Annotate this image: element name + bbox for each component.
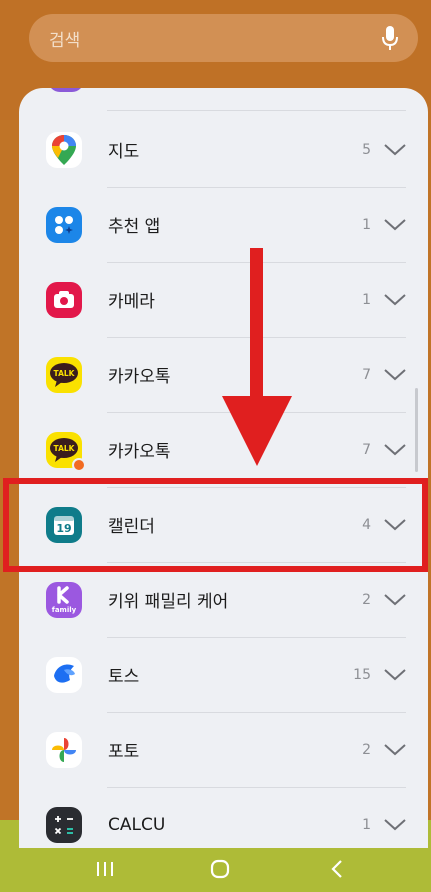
notification-count: 1 <box>362 816 371 833</box>
chevron-down-icon[interactable] <box>383 443 407 457</box>
chevron-down-icon[interactable] <box>383 368 407 382</box>
list-item-photos[interactable]: 포토 2 <box>19 712 428 787</box>
google-maps-icon <box>46 131 82 168</box>
app-label: 카카오톡 <box>108 442 171 462</box>
annotation-arrow-shaft <box>250 248 263 404</box>
chevron-down-icon[interactable] <box>383 743 407 757</box>
kakaotalk-badge-text: TALK <box>54 444 76 453</box>
kakaotalk-icon: TALK <box>46 356 82 393</box>
divider <box>107 110 406 111</box>
notification-count: 2 <box>362 741 371 758</box>
app-label: CALCU <box>108 814 166 835</box>
annotation-arrow-head <box>222 396 292 466</box>
kiwi-family-icon: family <box>46 581 82 618</box>
chevron-down-icon[interactable] <box>383 143 407 157</box>
annotation-highlight-box <box>3 478 428 572</box>
search-bar[interactable]: 검색 <box>29 14 418 62</box>
kiwi-badge-text: family <box>52 606 77 614</box>
google-photos-icon <box>46 731 82 768</box>
app-label: 추천 앱 <box>108 217 161 237</box>
recent-apps-button[interactable] <box>90 856 120 882</box>
home-button[interactable] <box>205 856 235 882</box>
home-icon <box>210 859 230 879</box>
back-icon <box>331 860 342 878</box>
navigation-bar <box>0 848 431 892</box>
recent-apps-icon <box>97 862 113 876</box>
microphone-icon[interactable] <box>380 25 400 51</box>
notification-count: 15 <box>353 666 371 683</box>
partial-app-icon <box>48 88 84 92</box>
notification-count: 7 <box>362 441 371 458</box>
chevron-down-icon[interactable] <box>383 593 407 607</box>
notification-count: 7 <box>362 366 371 383</box>
app-label: 카카오톡 <box>108 367 171 387</box>
chevron-down-icon[interactable] <box>383 218 407 232</box>
notification-count: 2 <box>362 591 371 608</box>
scrollbar[interactable] <box>415 388 418 472</box>
notification-count: 1 <box>362 216 371 233</box>
toss-icon <box>46 656 82 693</box>
kakaotalk-badge-text: TALK <box>54 369 76 378</box>
list-item-toss[interactable]: 토스 15 <box>19 637 428 712</box>
kakaotalk-dual-icon: TALK <box>46 431 86 472</box>
list-item-kiwi-family-care[interactable]: family 키위 패밀리 케어 2 <box>19 562 428 637</box>
notification-count: 1 <box>362 291 371 308</box>
list-item-camera[interactable]: 카메라 1 <box>19 262 428 337</box>
app-label: 토스 <box>108 667 140 687</box>
dual-app-badge-icon <box>72 457 86 472</box>
list-item-recommended-apps[interactable]: 추천 앱 1 <box>19 187 428 262</box>
app-label: 카메라 <box>108 292 155 312</box>
chevron-down-icon[interactable] <box>383 293 407 307</box>
recommended-apps-icon <box>46 206 82 243</box>
list-item-maps[interactable]: 지도 5 <box>19 112 428 187</box>
app-label: 지도 <box>108 142 140 162</box>
chevron-down-icon[interactable] <box>383 668 407 682</box>
calculator-icon <box>46 806 82 843</box>
app-label: 키위 패밀리 케어 <box>108 592 229 612</box>
app-label: 포토 <box>108 742 140 762</box>
search-placeholder[interactable]: 검색 <box>49 26 80 51</box>
camera-icon <box>46 281 82 318</box>
list-item-calcu[interactable]: CALCU 1 <box>19 787 428 848</box>
chevron-down-icon[interactable] <box>383 818 407 832</box>
back-button[interactable] <box>322 856 352 882</box>
app-list-panel: 지도 5 추천 앱 1 카메라 1 TALK 카카오톡 7 TALK 카카오톡 … <box>19 88 428 848</box>
notification-count: 5 <box>362 141 371 158</box>
